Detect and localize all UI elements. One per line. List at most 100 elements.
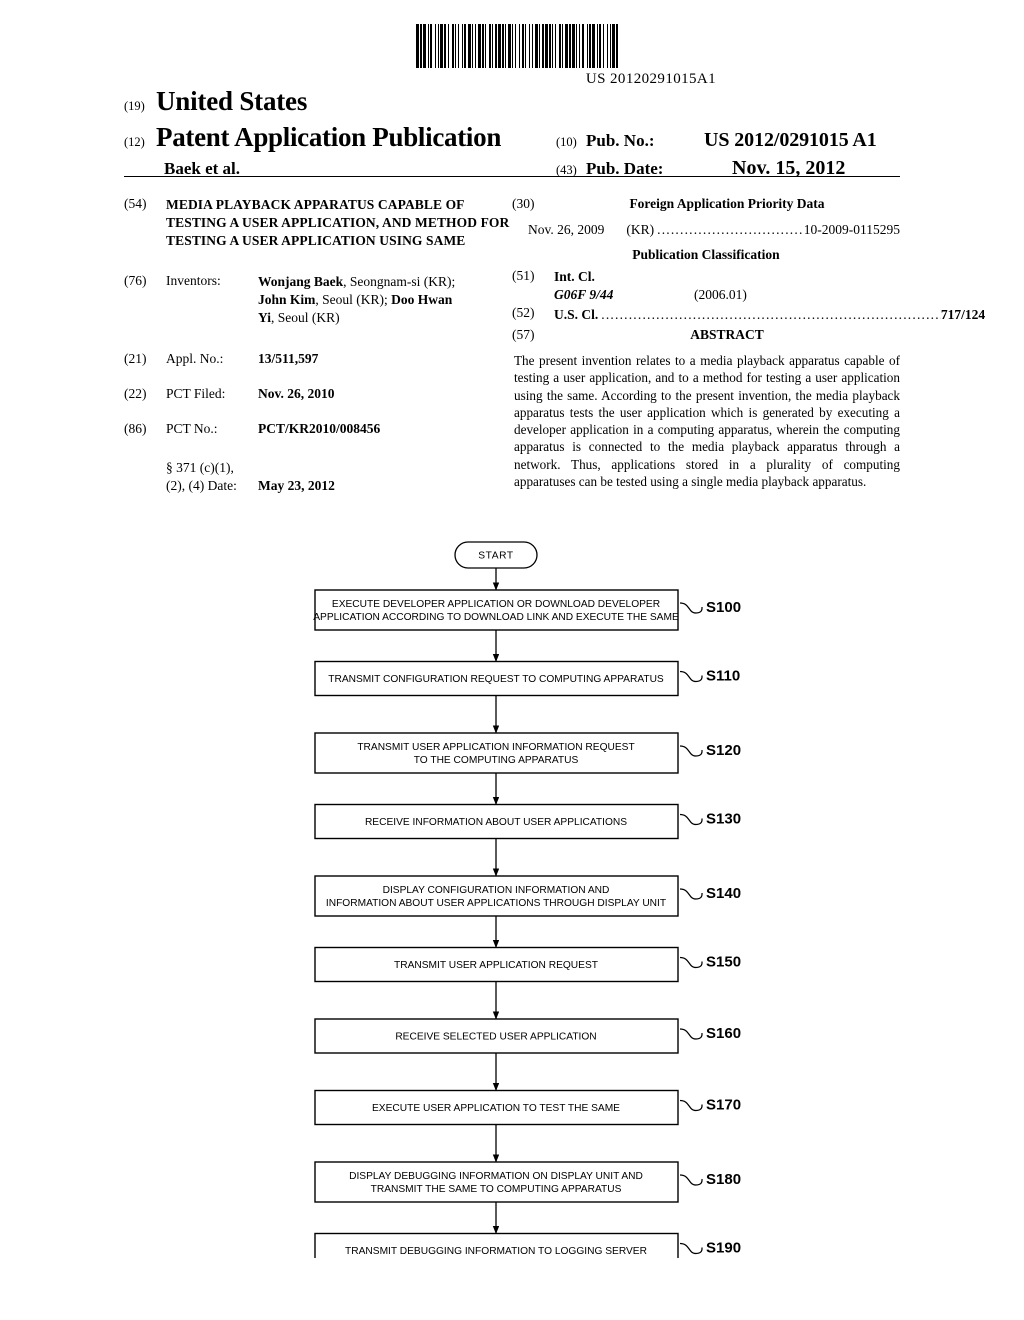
- flowchart-step-s160: RECEIVE SELECTED USER APPLICATION S160: [314, 1018, 741, 1054]
- pct-filed-label: PCT Filed:: [166, 386, 226, 402]
- step-label-leader: [679, 1242, 703, 1255]
- country-row: (19) United States: [124, 86, 900, 116]
- pct-filed-code: (22): [124, 386, 147, 402]
- step-label-s170: S170: [706, 1097, 741, 1114]
- abstract-heading: ABSTRACT: [690, 327, 764, 342]
- step-label-leader: [679, 888, 703, 900]
- biblio-left-column: (54) MEDIA PLAYBACK APPARATUS CAPABLE OF…: [124, 196, 512, 494]
- svg-text:APPLICATION ACCORDING TO DOWNL: APPLICATION ACCORDING TO DOWNLOAD LINK A…: [313, 612, 679, 623]
- appl-no-label: Appl. No.:: [166, 351, 224, 367]
- flowchart-step-s100: EXECUTE DEVELOPER APPLICATION OR DOWNLOA…: [313, 589, 741, 631]
- flowchart-figure: START EXECUTE DEVELOPER APPLICATION OR DO…: [0, 528, 1024, 1258]
- step-label-leader: [679, 745, 703, 757]
- priority-number: 10-2009-0115295: [803, 222, 900, 237]
- inventors-list: Wonjang Baek, Seongnam-si (KR); John Kim,…: [258, 274, 456, 326]
- doctype-name: Patent Application Publication: [156, 122, 502, 153]
- pct-no-code: (86): [124, 421, 147, 437]
- doctype-row: (12) Patent Application Publication (10)…: [124, 122, 900, 153]
- flowchart-step-s140: DISPLAY CONFIGURATION INFORMATION AND INF…: [314, 875, 741, 917]
- step-label-leader: [679, 1099, 703, 1112]
- flowchart-step-s180: DISPLAY DEBUGGING INFORMATION ON DISPLAY…: [314, 1161, 741, 1203]
- flowchart-step-s150: TRANSMIT USER APPLICATION REQUEST S150: [314, 946, 741, 983]
- svg-text:TRANSMIT USER APPLICATION INFO: TRANSMIT USER APPLICATION INFORMATION RE…: [357, 742, 634, 753]
- intcl-field: (51) Int. Cl. G06F 9/44 (2006.01): [512, 268, 900, 303]
- uscl-code: (52): [512, 305, 535, 320]
- abstract-text: The present invention relates to a media…: [514, 353, 900, 489]
- priority-country: (KR): [626, 222, 655, 237]
- header-divider: [124, 176, 900, 177]
- uscl-field: (52) U.S. Cl. ..........................…: [512, 305, 985, 323]
- section-371-line2: (2), (4) Date:: [166, 477, 237, 493]
- appl-no-value: 13/511,597: [258, 351, 319, 367]
- pct-no-field: (86) PCT No.: PCT/KR2010/008456: [124, 421, 512, 437]
- step-label-s120: S120: [706, 742, 741, 759]
- title-code: (54): [124, 196, 147, 211]
- step-label-s150: S150: [706, 954, 741, 971]
- intcl-label: Int. Cl.: [554, 269, 595, 284]
- pubno-label: Pub. No.:: [586, 131, 655, 151]
- step-label-s190: S190: [706, 1240, 741, 1257]
- flowchart-step-s120: TRANSMIT USER APPLICATION INFORMATION RE…: [314, 732, 741, 774]
- uscl-value: 717/124: [940, 307, 986, 322]
- pubno-code: (10): [556, 135, 577, 150]
- priority-leader-dots: ........................................…: [657, 222, 804, 237]
- priority-heading: Foreign Application Priority Data: [629, 196, 825, 211]
- step-label-leader: [679, 1174, 703, 1186]
- step-label-leader: [679, 956, 703, 969]
- svg-text:EXECUTE USER APPLICATION TO TE: EXECUTE USER APPLICATION TO TEST THE SAM…: [372, 1103, 620, 1114]
- invention-title: MEDIA PLAYBACK APPARATUS CAPABLE OF TEST…: [166, 197, 510, 248]
- flowchart-start-terminator: START: [454, 541, 538, 569]
- step-label-s100: S100: [706, 599, 741, 616]
- svg-text:INFORMATION ABOUT USER APPLICA: INFORMATION ABOUT USER APPLICATIONS THRO…: [326, 898, 666, 909]
- inventors-field: (76) Inventors: Wonjang Baek, Seongnam-s…: [124, 273, 512, 327]
- bibliographic-data: (54) MEDIA PLAYBACK APPARATUS CAPABLE OF…: [124, 196, 985, 494]
- svg-text:TRANSMIT DEBUGGING INFORMATION: TRANSMIT DEBUGGING INFORMATION TO LOGGIN…: [345, 1246, 647, 1257]
- flowchart-step-s110: TRANSMIT CONFIGURATION REQUEST TO COMPUT…: [314, 660, 740, 697]
- document-header: (19) United States (12) Patent Applicati…: [124, 86, 900, 180]
- svg-text:TRANSMIT USER APPLICATION REQU: TRANSMIT USER APPLICATION REQUEST: [394, 960, 598, 971]
- step-label-s130: S130: [706, 811, 741, 828]
- step-label-s180: S180: [706, 1171, 741, 1188]
- pubno-value: US 2012/0291015 A1: [704, 129, 877, 152]
- step-label-leader: [679, 813, 703, 826]
- svg-text:DISPLAY CONFIGURATION INFORMAT: DISPLAY CONFIGURATION INFORMATION AND: [383, 885, 610, 896]
- publication-classification-heading: Publication Classification: [632, 247, 780, 262]
- step-label-leader: [679, 670, 703, 683]
- pct-filed-value: Nov. 26, 2010: [258, 386, 335, 402]
- barcode-area: US 20120291015A1: [416, 24, 886, 88]
- step-label-leader: [679, 602, 703, 614]
- uscl-label: U.S. Cl.: [554, 307, 599, 322]
- inventors-code: (76): [124, 273, 147, 289]
- step-label-s160: S160: [706, 1025, 741, 1042]
- country-code: (19): [124, 99, 145, 113]
- priority-code: (30): [512, 196, 535, 211]
- step-label-s110: S110: [706, 668, 740, 685]
- abstract-code: (57): [512, 327, 535, 342]
- svg-text:RECEIVE INFORMATION ABOUT USER: RECEIVE INFORMATION ABOUT USER APPLICATI…: [365, 817, 627, 828]
- svg-text:TO THE COMPUTING APPARATUS: TO THE COMPUTING APPARATUS: [414, 755, 579, 766]
- pct-no-value: PCT/KR2010/008456: [258, 421, 381, 437]
- country-name: United States: [156, 86, 308, 116]
- section-371-date: May 23, 2012: [258, 478, 335, 494]
- barcode-icon: [416, 24, 618, 68]
- abstract-field: (57) ABSTRACT: [512, 327, 900, 343]
- intcl-version: (2006.01): [694, 287, 747, 302]
- section-371-line1: § 371 (c)(1),: [166, 460, 234, 476]
- intcl-value: G06F 9/44: [554, 287, 614, 302]
- biblio-right-column: (30) Foreign Application Priority Data N…: [512, 196, 985, 494]
- intcl-code: (51): [512, 268, 535, 283]
- priority-entry: Nov. 26, 2009 (KR) .....................…: [512, 222, 900, 238]
- title-field: (54) MEDIA PLAYBACK APPARATUS CAPABLE OF…: [124, 196, 512, 249]
- priority-date: Nov. 26, 2009: [528, 222, 605, 237]
- pct-no-label: PCT No.:: [166, 421, 218, 437]
- step-label-leader: [679, 1028, 703, 1040]
- pct-filed-field: (22) PCT Filed: Nov. 26, 2010: [124, 386, 512, 402]
- section-371-field: § 371 (c)(1), (2), (4) Date: May 23, 201…: [124, 459, 512, 494]
- svg-text:DISPLAY DEBUGGING INFORMATION: DISPLAY DEBUGGING INFORMATION ON DISPLAY…: [349, 1171, 643, 1182]
- appl-no-code: (21): [124, 351, 147, 367]
- svg-text:START: START: [478, 551, 513, 562]
- section-371-label: § 371 (c)(1), (2), (4) Date:: [124, 459, 258, 494]
- pubno-row: (10) Pub. No.: US 2012/0291015 A1: [556, 129, 900, 152]
- inventors-label: Inventors:: [166, 273, 221, 289]
- flowchart-svg: START EXECUTE DEVELOPER APPLICATION OR DO…: [313, 541, 741, 1258]
